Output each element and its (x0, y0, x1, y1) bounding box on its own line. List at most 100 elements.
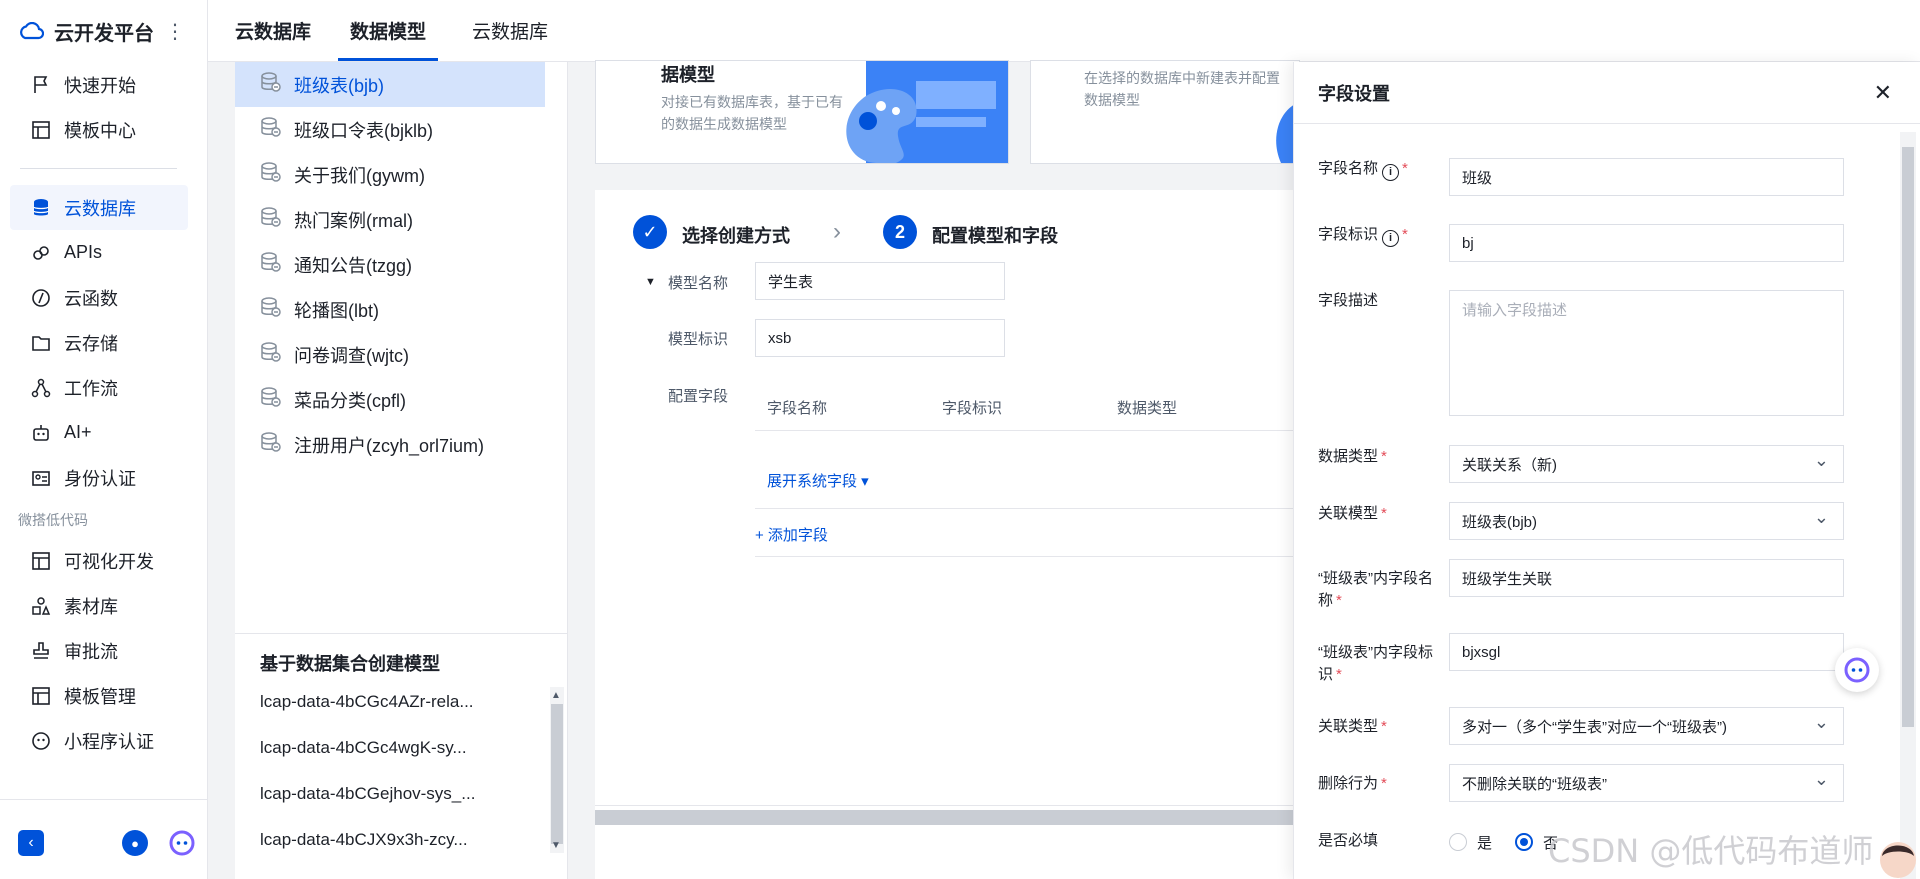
rel-type-value: 多对一（多个“学生表”对应一个“班级表”) (1462, 718, 1727, 736)
required-yes-radio[interactable] (1449, 833, 1467, 851)
dataset-item[interactable]: lcap-data-4bCGejhov-sys_... (260, 784, 475, 804)
layout-icon (30, 550, 52, 572)
model-list-item[interactable]: 班级口令表(bjklb) (235, 107, 567, 152)
horizontal-scrollbar[interactable] (595, 810, 1293, 825)
scroll-up-icon[interactable]: ▲ (551, 690, 561, 701)
model-list-item[interactable]: 轮播图(lbt) (235, 287, 567, 332)
nav-item[interactable]: 身份认证 (10, 455, 188, 500)
rel-model-select[interactable]: 班级表(bjb) (1449, 502, 1844, 540)
tab-cloud-database[interactable]: 云数据库 (460, 0, 560, 61)
field-name-label: 字段名称 i * (1318, 158, 1438, 181)
user-avatar-icon[interactable]: ● (122, 830, 148, 856)
dataset-section-title: 基于数据集合创建模型 (260, 654, 440, 674)
close-icon[interactable]: ✕ (1874, 80, 1892, 106)
create-new-table-card[interactable]: 在选择的数据库中新建表并配置数据模型 (1030, 60, 1301, 164)
nav-item[interactable]: 素材库 (10, 583, 188, 628)
nav-item[interactable]: 云函数 (10, 275, 188, 320)
model-list-item[interactable]: 热门案例(rmal) (235, 197, 567, 242)
delete-behavior-label: 删除行为 * (1318, 775, 1387, 792)
link-icon (30, 242, 52, 264)
rel-type-select[interactable]: 多对一（多个“学生表”对应一个“班级表”) (1449, 707, 1844, 745)
watermark: CSDN @低代码布道师 (1548, 832, 1874, 870)
step-2-label: 配置模型和字段 (932, 226, 1058, 246)
column-header: 数据类型 (1117, 400, 1178, 417)
dataset-item[interactable]: lcap-data-4bCGc4AZr-rela... (260, 692, 474, 712)
field-desc-label: 字段描述 (1318, 292, 1379, 309)
model-list-item[interactable]: 注册用户(zcyh_orl7ium) (235, 422, 567, 467)
footer-divider (595, 805, 1295, 806)
nav-item-label: APIs (64, 242, 103, 262)
model-list-item-label: 热门案例(rmal) (294, 210, 413, 231)
model-list-item[interactable]: 菜品分类(cpfl) (235, 377, 567, 422)
database-icon (260, 341, 282, 368)
database-icon (260, 296, 282, 323)
model-list-item-label: 班级表(bjb) (294, 75, 385, 96)
chevron-right-icon: › (833, 218, 841, 245)
nav-item[interactable]: 可视化开发 (10, 538, 188, 583)
database-icon (260, 116, 282, 143)
nav-item[interactable]: AI+ (10, 410, 188, 455)
data-type-select[interactable]: 关联关系（新) (1449, 445, 1844, 483)
page-title: 云数据库 (235, 22, 312, 43)
model-list-item-label: 轮播图(lbt) (294, 300, 379, 321)
cloud-logo-icon (20, 22, 44, 40)
dataset-item[interactable]: lcap-data-4bCJX9x3h-zcy... (260, 830, 468, 850)
model-list-item[interactable]: 班级表(bjb) (235, 62, 545, 107)
nav-item[interactable]: 审批流 (10, 628, 188, 673)
model-list-panel: 班级表(bjb) 班级口令表(bjklb) 关于我们(gywm) 热门案例(rmal)… (235, 62, 568, 879)
model-list-item[interactable]: 通知公告(tzgg) (235, 242, 567, 287)
info-icon[interactable]: i (1382, 230, 1400, 247)
model-list-item[interactable]: 关于我们(gywm) (235, 152, 567, 197)
nav-item[interactable]: 云存储 (10, 320, 188, 365)
rel-type-label: 关联类型 * (1318, 718, 1387, 735)
inner-name-input[interactable]: 班级学生关联 (1449, 559, 1844, 597)
nav-item[interactable]: 快速开始 (10, 62, 188, 107)
collapse-caret-icon[interactable]: ▼ (645, 276, 656, 288)
app-title: 云开发平台 (54, 22, 154, 45)
collapse-nav-button[interactable]: ‹ (18, 830, 44, 856)
list-scrollbar-thumb[interactable] (551, 704, 563, 844)
card-title: 据模型 (661, 65, 715, 85)
nav-item-label: 可视化开发 (64, 551, 154, 572)
model-list-item[interactable]: 问卷调查(wjtc) (235, 332, 567, 377)
floating-assistant-button[interactable] (1835, 648, 1879, 692)
nav-item-label: 审批流 (64, 641, 118, 662)
drawer-scrollbar-thumb[interactable] (1902, 147, 1914, 727)
avatar (1880, 842, 1916, 878)
create-from-existing-card[interactable]: 据模型 对接已有数据库表，基于已有的数据生成数据模型 (595, 60, 1009, 164)
assistant-bot-icon (1844, 657, 1870, 683)
more-icon[interactable]: ⋮ (165, 19, 185, 44)
brand: 云开发平台 ⋮ (0, 0, 207, 62)
folder-icon (30, 332, 52, 354)
expand-system-fields-link[interactable]: 展开系统字段 ▾ (767, 470, 869, 491)
database-icon (260, 206, 282, 233)
template-manage-icon (30, 685, 52, 707)
delete-behavior-select[interactable]: 不删除关联的“班级表” (1449, 764, 1844, 802)
miniprogram-icon (30, 730, 52, 752)
dataset-item[interactable]: lcap-data-4bCGc4wgK-sy... (260, 738, 467, 758)
info-icon[interactable]: i (1382, 164, 1400, 181)
add-field-link[interactable]: + 添加字段 (755, 524, 828, 545)
nav-item[interactable]: 模板中心 (10, 107, 188, 152)
database-icon (260, 161, 282, 188)
inner-id-input[interactable]: bjxsgl (1449, 633, 1844, 671)
assistant-bot-icon[interactable] (168, 829, 196, 857)
model-name-input[interactable]: 学生表 (755, 262, 1005, 300)
nav-item[interactable]: APIs (10, 230, 188, 275)
model-list-item-label: 通知公告(tzgg) (294, 255, 413, 276)
nav-item[interactable]: 模板管理 (10, 673, 188, 718)
model-id-input[interactable]: xsb (755, 319, 1005, 357)
tab-data-model[interactable]: 数据模型 (338, 0, 439, 61)
database-icon (260, 431, 282, 458)
field-name-input[interactable]: 班级 (1449, 158, 1844, 196)
nav-item[interactable]: 工作流 (10, 365, 188, 410)
required-no-radio[interactable] (1515, 833, 1533, 851)
card-description: 对接已有数据库表，基于已有的数据生成数据模型 (661, 94, 843, 132)
field-id-input[interactable]: bj (1449, 224, 1844, 262)
scroll-down-icon[interactable]: ▼ (551, 840, 561, 851)
field-desc-textarea[interactable]: 请输入字段描述 (1449, 290, 1844, 416)
template-icon (30, 119, 52, 141)
nav-item-label: 模板管理 (64, 686, 136, 707)
nav-item[interactable]: 云数据库 (10, 185, 188, 230)
nav-item[interactable]: 小程序认证 (10, 718, 188, 763)
